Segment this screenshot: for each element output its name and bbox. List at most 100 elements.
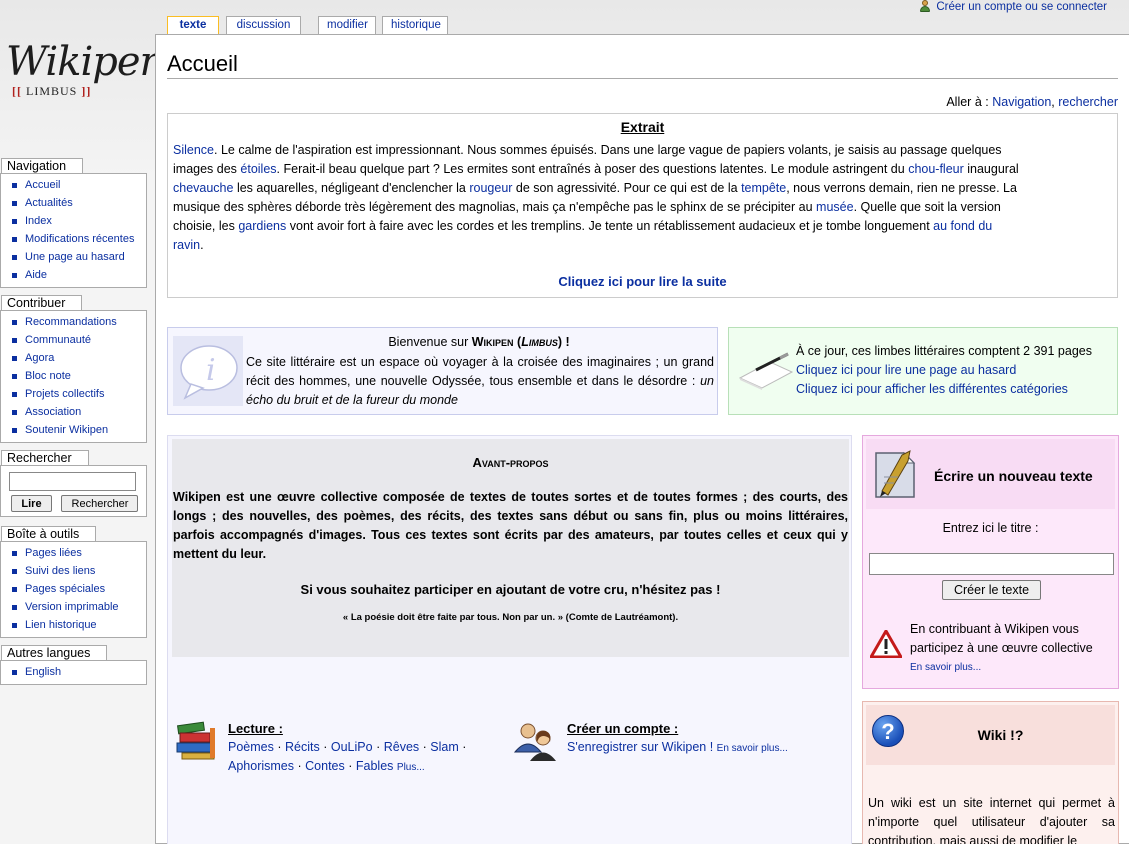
nav-item-accueil[interactable]: Accueil (25, 179, 60, 191)
welcome-heading: Bienvenue sur Wikipen (Limbus) ! (244, 335, 714, 349)
contrib-item-projets[interactable]: Projets collectifs (25, 388, 104, 400)
language-item-english[interactable]: English (25, 666, 61, 678)
register-link[interactable]: S'enregistrer sur Wikipen ! (567, 740, 713, 754)
portlet-toolbox: Boîte à outils Pages liées Suivi des lie… (0, 526, 147, 638)
reading-title: Lecture : (228, 721, 283, 736)
extract-link-rougeur[interactable]: rougeur (469, 181, 512, 195)
stats-lines: À ce jour, ces limbes littéraires compte… (796, 342, 1092, 399)
welcome-text: Ce site littéraire est un espace où voya… (246, 353, 714, 410)
extract-text: Silence. Le calme de l'aspiration est im… (173, 141, 1019, 255)
tab-discussion[interactable]: discussion (226, 16, 301, 34)
title-divider (167, 78, 1118, 79)
search-input[interactable] (9, 472, 136, 491)
logo-sub-text: LIMBUS (26, 84, 78, 98)
site-logo[interactable]: Wikipen [[ LIMBUS ]] (6, 39, 165, 130)
logo-subtitle: [[ LIMBUS ]] (12, 84, 146, 99)
reading-link-recits[interactable]: Récits (285, 740, 320, 754)
wiki-text: Un wiki est un site internet qui permet … (868, 796, 1115, 844)
contrib-item-communaute[interactable]: Communauté (25, 334, 91, 346)
extract-link-chou-fleur[interactable]: chou-fleur (908, 162, 964, 176)
tool-item-pages-speciales[interactable]: Pages spéciales (25, 583, 105, 595)
reading-link-slam[interactable]: Slam (430, 740, 458, 754)
logo-wordmark: Wikipen (6, 39, 165, 85)
stats-box: À ce jour, ces limbes littéraires compte… (728, 327, 1118, 415)
foreword-title: Avant-propos (472, 455, 549, 470)
page-title: Accueil (167, 51, 238, 76)
separator: · (277, 740, 282, 754)
extract-link-etoiles[interactable]: étoiles (240, 162, 276, 176)
create-text-button[interactable]: Créer le texte (942, 580, 1041, 600)
extract-text-part: vont avoir fort à faire avec les cordes … (286, 219, 934, 233)
separator: · (376, 740, 381, 754)
goto-label: Aller à : (946, 95, 989, 109)
reading-link-poemes[interactable]: Poèmes (228, 740, 274, 754)
reading-body: Lecture : Poèmes · Récits · OuLiPo · Rêv… (228, 719, 466, 777)
logo-bracket-open: [[ (12, 84, 22, 98)
account-more-link[interactable]: En savoir plus... (717, 743, 788, 754)
wiki-box: ? Wiki !? Un wiki est un site internet q… (862, 701, 1119, 844)
reading-link-reves[interactable]: Rêves (384, 740, 419, 754)
extract-link-musee[interactable]: musée (816, 200, 854, 214)
warning-text: En contribuant à Wikipen vous participez… (910, 622, 1093, 655)
tab-texte[interactable]: texte (167, 16, 219, 34)
separator: · (348, 759, 353, 773)
contrib-item-recommandations[interactable]: Recommandations (25, 316, 117, 328)
page-count-text: À ce jour, ces limbes littéraires compte… (796, 344, 1092, 358)
reading-more-link[interactable]: Plus... (397, 762, 425, 773)
extract-text-part: les aquarelles, négligeant d'enclencher … (233, 181, 470, 195)
goto-navigation-link[interactable]: Navigation (992, 95, 1051, 109)
categories-link[interactable]: Cliquez ici pour afficher les différente… (796, 380, 1092, 399)
portlet-contribuer-title: Contribuer (1, 295, 83, 310)
search-button[interactable]: Rechercher (61, 495, 139, 512)
reading-link-aphorismes[interactable]: Aphorismes (228, 759, 294, 773)
wiki-header: ? Wiki !? (866, 705, 1115, 765)
tool-item-pages-liees[interactable]: Pages liées (25, 547, 82, 559)
warning-more-link[interactable]: En savoir plus... (910, 658, 1115, 677)
extract-link-tempete[interactable]: tempête (741, 181, 786, 195)
separator: · (297, 759, 302, 773)
tab-texte-label: texte (179, 19, 207, 31)
search-go-button[interactable]: Lire (11, 495, 52, 512)
contrib-item-bloc-note[interactable]: Bloc note (25, 370, 71, 382)
tab-historique[interactable]: historique (382, 16, 448, 34)
tool-item-suivi-liens[interactable]: Suivi des liens (25, 565, 95, 577)
contrib-item-association[interactable]: Association (25, 406, 81, 418)
nav-item-actualites[interactable]: Actualités (25, 197, 73, 209)
portlet-search: Rechercher Lire Rechercher (0, 450, 147, 517)
new-title-input[interactable] (869, 553, 1114, 575)
write-box: Écrire un nouveau texte Entrez ici le ti… (862, 435, 1119, 689)
extract-link-chevauche[interactable]: chevauche (173, 181, 233, 195)
nav-item-recent-changes[interactable]: Modifications récentes (25, 233, 134, 245)
tool-item-version-imprimable[interactable]: Version imprimable (25, 601, 119, 613)
tab-discussion-label: discussion (236, 19, 291, 31)
nav-item-index[interactable]: Index (25, 215, 52, 227)
logo-bracket-close: ]] (81, 84, 92, 98)
info-bubble-icon: i (173, 336, 243, 406)
extract-text-part: . (200, 238, 204, 252)
welcome-text-body: Ce site littéraire est un espace où voya… (246, 355, 714, 388)
nav-item-random-page[interactable]: Une page au hasard (25, 251, 125, 263)
read-more-link[interactable]: Cliquez ici pour lire la suite (168, 274, 1117, 289)
welcome-paren-close: ) ! (557, 335, 570, 349)
extract-link-gardiens[interactable]: gardiens (238, 219, 286, 233)
tab-modifier[interactable]: modifier (318, 16, 376, 34)
foreword-box: Avant-propos Wikipen est une œuvre colle… (172, 439, 849, 657)
portlet-toolbox-title: Boîte à outils (1, 526, 97, 541)
reading-link-fables[interactable]: Fables (356, 759, 394, 773)
welcome-heading-name: Wikipen (471, 335, 514, 349)
contrib-item-agora[interactable]: Agora (25, 352, 54, 364)
goto-search-link[interactable]: rechercher (1058, 95, 1118, 109)
reading-link-contes[interactable]: Contes (305, 759, 345, 773)
tool-item-lien-historique[interactable]: Lien historique (25, 619, 97, 631)
random-page-link[interactable]: Cliquez ici pour lire une page au hasard (796, 361, 1092, 380)
nav-item-aide[interactable]: Aide (25, 269, 47, 281)
reading-links: Poèmes · Récits · OuLiPo · Rêves · Slam … (228, 738, 466, 757)
extract-link-silence[interactable]: Silence (173, 143, 214, 157)
pen-paper-icon (738, 352, 794, 390)
extract-box: Extrait Silence. Le calme de l'aspiratio… (167, 113, 1118, 298)
contrib-item-soutenir[interactable]: Soutenir Wikipen (25, 424, 108, 436)
reading-links-2: Aphorismes · Contes · Fables Plus... (228, 757, 466, 777)
reading-link-oulipo[interactable]: OuLiPo (331, 740, 373, 754)
wiki-title: Wiki !? (977, 727, 1024, 743)
create-account-link[interactable]: Créer un compte ou se connecter (936, 1, 1107, 13)
